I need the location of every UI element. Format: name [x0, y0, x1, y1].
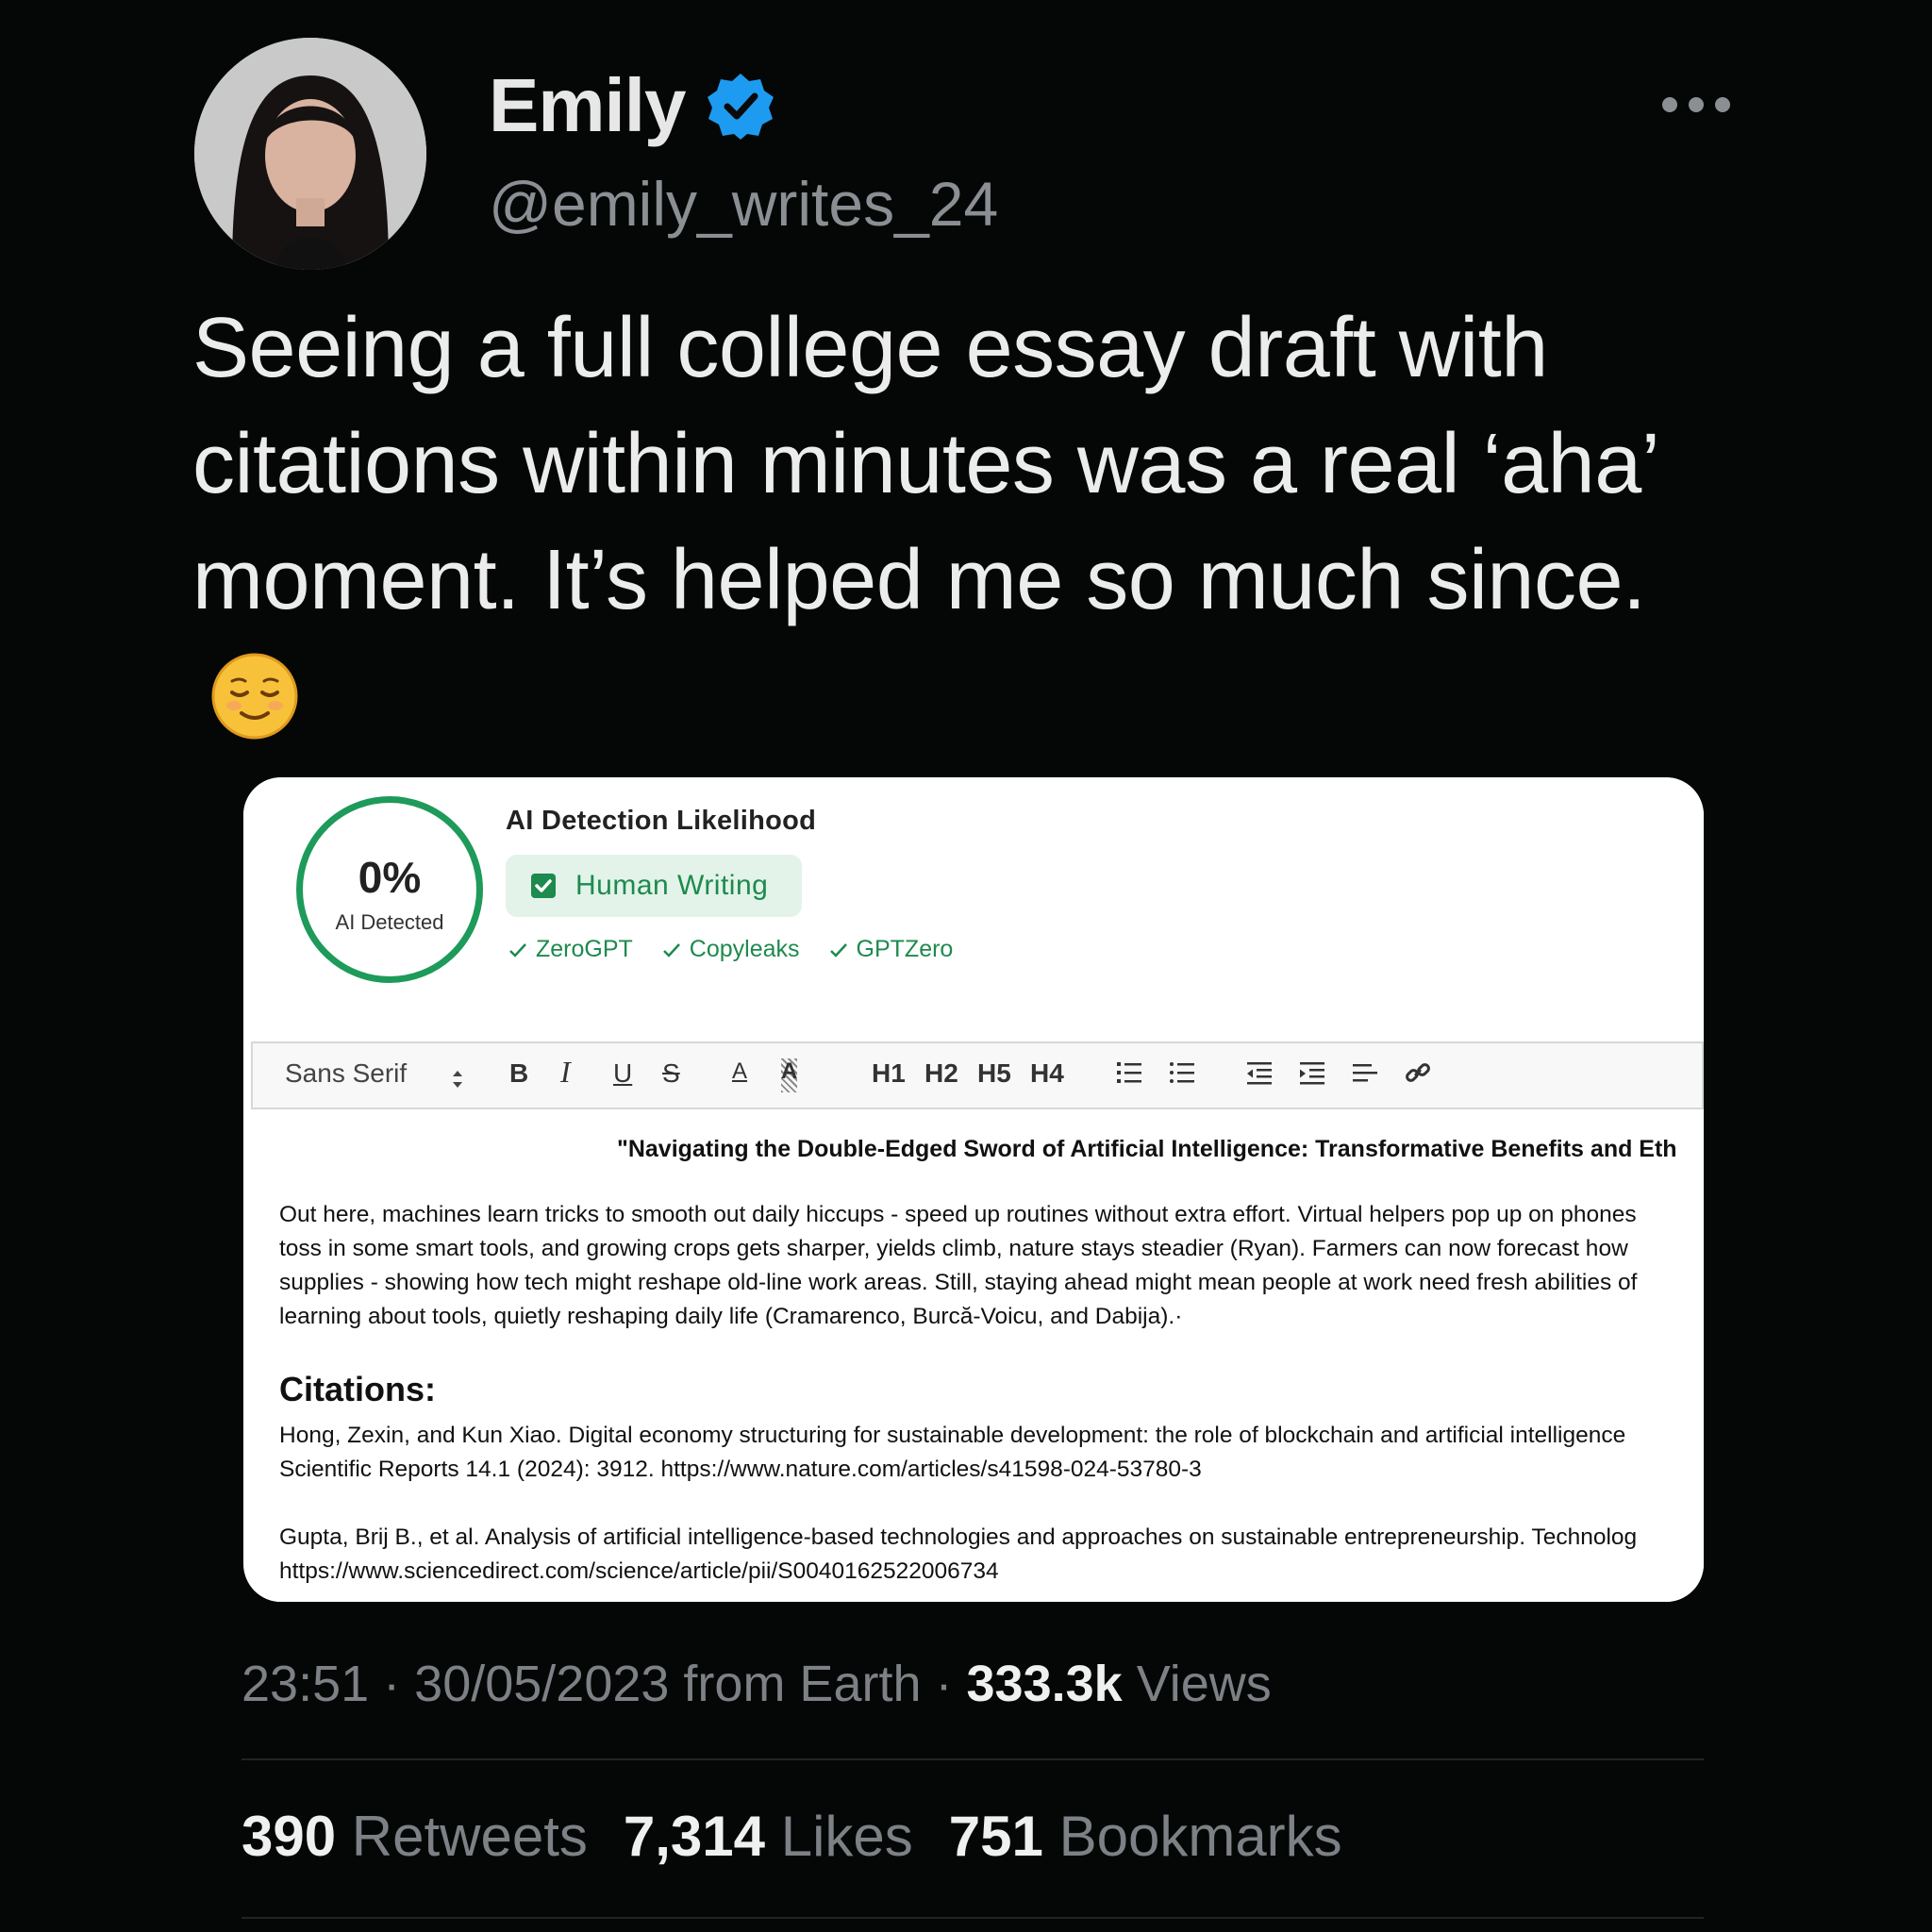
meta-separator: ·	[383, 1656, 415, 1712]
detector-name: ZeroGPT	[536, 936, 633, 962]
verified-badge-icon	[708, 74, 774, 140]
views-count: 333.3k	[966, 1656, 1123, 1712]
human-writing-badge: Human Writing	[506, 855, 802, 917]
citation-line: Gupta, Brij B., et al. Analysis of artif…	[279, 1524, 1638, 1550]
essay-title: "Navigating the Double-Edged Sword of Ar…	[617, 1136, 1677, 1162]
profile-photo-icon	[194, 38, 426, 270]
divider	[242, 1758, 1704, 1760]
editor-toolbar: Sans Serif B I U S A A H1 H2 H5 H4	[251, 1041, 1704, 1109]
essay-line: supplies - showing how tech might reshap…	[279, 1270, 1638, 1295]
citation-line: Hong, Zexin, and Kun Xiao. Digital econo…	[279, 1423, 1626, 1448]
heading-3-button[interactable]: H5	[977, 1058, 1011, 1092]
relieved-face-emoji-icon	[211, 653, 298, 740]
detector-name: GPTZero	[856, 936, 954, 962]
bold-button[interactable]: B	[509, 1058, 528, 1092]
checkbox-checked-icon	[531, 874, 556, 898]
bullet-list-icon[interactable]	[1168, 1058, 1196, 1087]
detection-title: AI Detection Likelihood	[506, 806, 817, 836]
tweet-meta: 23:51 · 30/05/2023 from Earth · 333.3k V…	[242, 1655, 1272, 1713]
outdent-icon[interactable]	[1245, 1058, 1274, 1087]
ai-detection-panel: 0% AI Detected AI Detection Likelihood H…	[243, 777, 1704, 996]
font-color-button[interactable]: A	[732, 1058, 747, 1092]
retweets-count: 390	[242, 1805, 337, 1868]
engagement-stats: 390 Retweets 7,314 Likes 751 Bookmarks	[242, 1804, 1342, 1869]
detector-item: GPTZero	[828, 936, 954, 963]
heading-4-button[interactable]: H4	[1030, 1058, 1064, 1092]
font-family-select[interactable]: Sans Serif	[285, 1058, 407, 1092]
tweet: Emily @emily_writes_24 Seeing a full col…	[0, 0, 1932, 1932]
views-label: Views	[1136, 1656, 1272, 1712]
detector-item: ZeroGPT	[508, 936, 633, 963]
detector-item: Copyleaks	[661, 936, 800, 963]
checkmark-icon	[829, 942, 847, 958]
display-name-row: Emily	[489, 62, 775, 149]
likes-stat[interactable]: 7,314 Likes	[624, 1804, 913, 1869]
underline-button[interactable]: U	[613, 1058, 632, 1092]
tweet-date-source[interactable]: 30/05/2023 from Earth	[414, 1656, 921, 1712]
essay-body[interactable]: Out here, machines learn tricks to smoot…	[279, 1198, 1704, 1334]
italic-button[interactable]: I	[560, 1055, 571, 1089]
ordered-list-icon[interactable]	[1115, 1058, 1143, 1087]
indent-icon[interactable]	[1298, 1058, 1326, 1087]
essay-line: toss in some smart tools, and growing cr…	[279, 1236, 1628, 1261]
likes-count: 7,314	[623, 1805, 766, 1868]
retweets-stat[interactable]: 390 Retweets	[242, 1804, 588, 1869]
more-options-icon[interactable]	[1658, 91, 1734, 119]
display-name[interactable]: Emily	[489, 62, 686, 149]
citations-heading: Citations:	[279, 1370, 436, 1408]
tweet-body: Seeing a full college essay draft with c…	[192, 301, 1657, 627]
heading-2-button[interactable]: H2	[924, 1058, 958, 1092]
link-icon[interactable]	[1404, 1058, 1432, 1087]
tweet-time[interactable]: 23:51	[242, 1656, 369, 1712]
essay-line: learning about tools, quietly reshaping …	[279, 1304, 1183, 1329]
detection-ring: 0% AI Detected	[296, 796, 483, 983]
checkmark-icon	[509, 942, 526, 958]
avatar[interactable]	[194, 38, 426, 270]
checkmark-icon	[662, 942, 680, 958]
align-icon[interactable]	[1351, 1058, 1379, 1087]
attached-screenshot[interactable]: 0% AI Detected AI Detection Likelihood H…	[243, 777, 1704, 1602]
bookmarks-label: Bookmarks	[1058, 1805, 1342, 1868]
citation-line[interactable]: https://www.sciencedirect.com/science/ar…	[279, 1555, 999, 1589]
bookmarks-stat[interactable]: 751 Bookmarks	[949, 1804, 1342, 1869]
highlight-button[interactable]: A	[781, 1058, 798, 1092]
meta-separator: ·	[935, 1656, 967, 1712]
human-writing-label: Human Writing	[575, 870, 769, 901]
citation-line[interactable]: Scientific Reports 14.1 (2024): 3912. ht…	[279, 1453, 1202, 1487]
tweet-text: Seeing a full college essay draft with c…	[192, 291, 1740, 755]
essay-line: Out here, machines learn tricks to smoot…	[279, 1202, 1637, 1227]
likes-label: Likes	[780, 1805, 913, 1868]
bookmarks-count: 751	[948, 1805, 1043, 1868]
detector-list: ZeroGPT Copyleaks GPTZero	[508, 936, 953, 963]
detection-percent-label: AI Detected	[335, 910, 444, 934]
divider	[242, 1917, 1704, 1919]
detection-percent: 0%	[358, 853, 422, 902]
heading-1-button[interactable]: H1	[872, 1058, 906, 1092]
strikethrough-button[interactable]: S	[662, 1058, 680, 1092]
handle[interactable]: @emily_writes_24	[489, 168, 998, 240]
select-arrows-icon[interactable]	[451, 1062, 464, 1096]
detector-name: Copyleaks	[689, 936, 800, 962]
retweets-label: Retweets	[351, 1805, 588, 1868]
